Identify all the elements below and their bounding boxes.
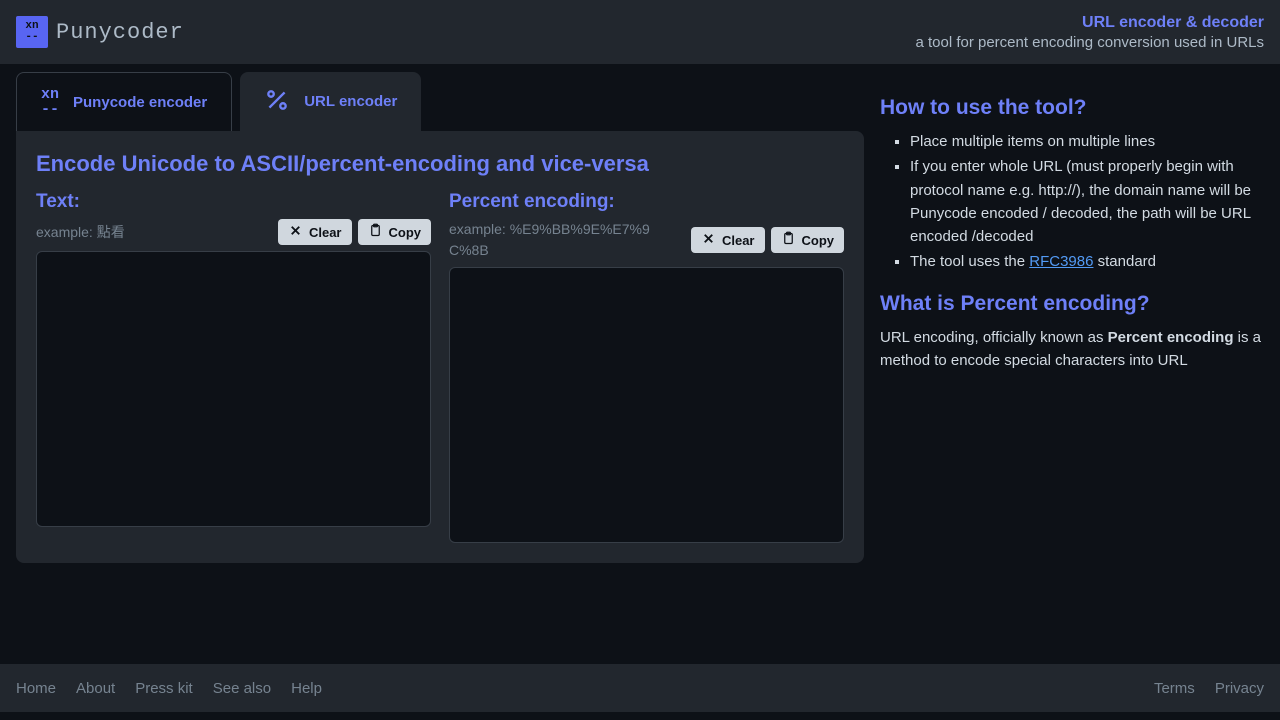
clear-percent-button[interactable]: Clear [691, 227, 765, 253]
footer-link-see-also[interactable]: See also [213, 680, 271, 697]
close-icon [288, 223, 303, 241]
page-title: URL encoder & decoder [915, 14, 1264, 32]
help-sidebar: How to use the tool? Place multiple item… [880, 72, 1264, 563]
encoder-column: xn-- Punycode encoder URL encoder Encode… [16, 72, 864, 563]
copy-percent-button[interactable]: Copy [771, 227, 845, 253]
text-input[interactable] [36, 251, 431, 527]
what-is-title: What is Percent encoding? [880, 292, 1264, 316]
what-is-body: URL encoding, officially known as Percen… [880, 326, 1264, 373]
footer-link-about[interactable]: About [76, 680, 115, 697]
header-right: URL encoder & decoder a tool for percent… [915, 14, 1264, 51]
list-item: If you enter whole URL (must properly be… [910, 155, 1264, 248]
percent-column: Percent encoding: example: %E9%BB%9E%E7%… [449, 191, 844, 543]
clipboard-icon [368, 223, 383, 241]
how-to-list: Place multiple items on multiple lines I… [880, 130, 1264, 274]
clear-text-button[interactable]: Clear [278, 219, 352, 245]
tab-label: Punycode encoder [73, 94, 207, 111]
logo-icon: xn -- [16, 16, 48, 48]
list-item: Place multiple items on multiple lines [910, 130, 1264, 153]
footer-link-privacy[interactable]: Privacy [1215, 680, 1264, 697]
tabs: xn-- Punycode encoder URL encoder [16, 72, 864, 131]
footer-left: Home About Press kit See also Help [16, 680, 322, 697]
button-label: Clear [309, 225, 342, 240]
how-to-title: How to use the tool? [880, 96, 1264, 120]
footer-link-terms[interactable]: Terms [1154, 680, 1195, 697]
percent-input[interactable] [449, 267, 844, 543]
tab-url-encoder[interactable]: URL encoder [240, 72, 421, 131]
close-icon [701, 231, 716, 249]
percent-label: Percent encoding: [449, 191, 844, 213]
list-item: The tool uses the RFC3986 standard [910, 250, 1264, 273]
brand-name: Punycoder [56, 20, 184, 45]
button-label: Copy [389, 225, 422, 240]
header: xn -- Punycoder URL encoder & decoder a … [0, 0, 1280, 64]
clipboard-icon [781, 231, 796, 249]
main: xn-- Punycode encoder URL encoder Encode… [0, 64, 1280, 579]
tab-label: URL encoder [304, 93, 397, 110]
text-example: example: 點看 [36, 222, 125, 243]
percent-icon [264, 87, 290, 117]
encoder-panel: Encode Unicode to ASCII/percent-encoding… [16, 131, 864, 563]
footer-link-press-kit[interactable]: Press kit [135, 680, 193, 697]
rfc-link[interactable]: RFC3986 [1029, 253, 1093, 270]
text-label: Text: [36, 191, 431, 213]
footer-link-help[interactable]: Help [291, 680, 322, 697]
percent-example: example: %E9%BB%9E%E7%9C%8B [449, 219, 669, 261]
footer-right: Terms Privacy [1154, 680, 1264, 697]
button-label: Clear [722, 233, 755, 248]
panel-title: Encode Unicode to ASCII/percent-encoding… [36, 151, 844, 177]
footer: Home About Press kit See also Help Terms… [0, 664, 1280, 712]
footer-link-home[interactable]: Home [16, 680, 56, 697]
text-column: Text: example: 點看 Clear [36, 191, 431, 543]
tab-punycode-encoder[interactable]: xn-- Punycode encoder [16, 72, 232, 131]
page-subtitle: a tool for percent encoding conversion u… [915, 34, 1264, 51]
logo-group[interactable]: xn -- Punycoder [16, 16, 184, 48]
punycode-icon: xn-- [41, 87, 59, 117]
button-label: Copy [802, 233, 835, 248]
copy-text-button[interactable]: Copy [358, 219, 432, 245]
